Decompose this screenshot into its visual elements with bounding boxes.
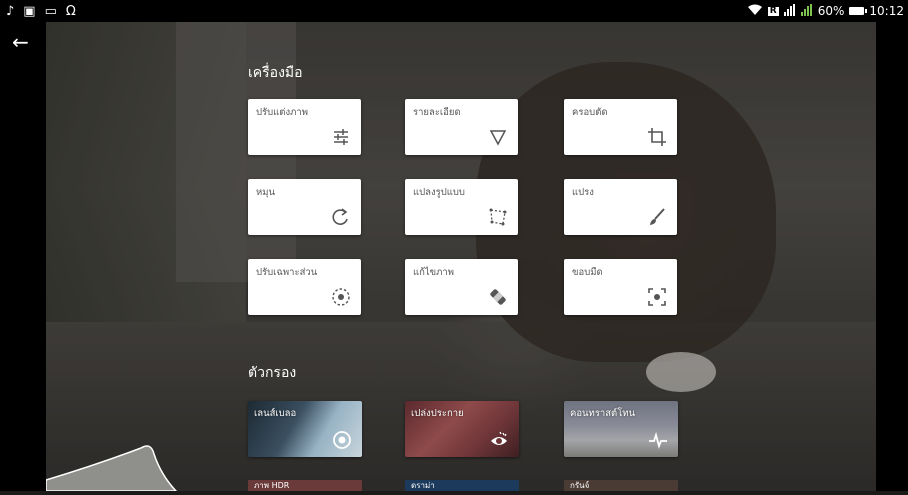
- filter-label: เปล่งประกาย: [411, 408, 464, 419]
- tool-tune-image[interactable]: ปรับแต่งภาพ: [248, 99, 361, 155]
- filter-label: ภาพ HDR: [254, 481, 290, 490]
- tool-label: ขอบมืด: [572, 267, 603, 278]
- scroll-overlay-shape: [45, 440, 196, 492]
- music-note-icon: ♪: [6, 3, 15, 19]
- battery-icon: [849, 7, 868, 15]
- filter-glamour-glow[interactable]: เปล่งประกาย: [405, 401, 519, 457]
- tool-rotate[interactable]: หมุน: [248, 179, 361, 235]
- system-icons: R 60% 10:12: [747, 4, 904, 18]
- tools-section-title: เครื่องมือ: [248, 65, 303, 81]
- signal-icon-2: [800, 4, 813, 18]
- tool-selective[interactable]: ปรับเฉพาะส่วน: [248, 259, 361, 315]
- selective-target-icon: [331, 287, 351, 307]
- left-rail: [0, 22, 46, 491]
- filter-label: กรันจ์: [570, 481, 590, 490]
- vignette-icon: [647, 287, 667, 307]
- filter-label: คอนทราสต์โทน: [570, 408, 636, 419]
- network-badge: R: [767, 5, 779, 16]
- gallery-icon: ▭: [44, 3, 57, 19]
- filter-label: เลนส์เบลอ: [254, 408, 297, 419]
- status-bar: ♪ ▣ ▭ Ω R 60% 10:12: [0, 0, 908, 22]
- headset-icon: Ω: [65, 3, 76, 19]
- details-triangle-icon: [488, 127, 508, 147]
- tool-label: ครอบตัด: [572, 107, 608, 118]
- tool-label: ปรับเฉพาะส่วน: [256, 267, 318, 278]
- filters-section-title: ตัวกรอง: [248, 365, 297, 381]
- tonal-pulse-icon: [648, 430, 668, 450]
- tool-details[interactable]: รายละเอียด: [405, 99, 518, 155]
- tool-label: หมุน: [256, 187, 276, 198]
- filter-tonal-contrast[interactable]: คอนทราสต์โทน: [564, 401, 678, 457]
- tool-transform[interactable]: แปลงรูปแบบ: [405, 179, 518, 235]
- tool-label: แก้ไขภาพ: [413, 267, 455, 278]
- perspective-icon: [488, 207, 508, 227]
- rotate-icon: [331, 207, 351, 227]
- filter-drama-peek[interactable]: ดราม่า: [405, 480, 519, 491]
- filter-hdr-peek[interactable]: ภาพ HDR: [248, 480, 362, 491]
- right-rail: [876, 22, 908, 491]
- tool-label: ปรับแต่งภาพ: [256, 107, 308, 118]
- back-arrow-icon[interactable]: ←: [12, 30, 29, 54]
- tool-brush[interactable]: แปรง: [564, 179, 677, 235]
- photo-icon: ▣: [23, 3, 36, 19]
- tune-sliders-icon: [331, 127, 351, 147]
- crop-icon: [647, 127, 667, 147]
- filter-lens-blur[interactable]: เลนส์เบลอ: [248, 401, 362, 457]
- tool-label: รายละเอียด: [413, 107, 461, 118]
- healing-bandage-icon: [488, 287, 508, 307]
- tool-vignette[interactable]: ขอบมืด: [564, 259, 677, 315]
- signal-icon: [783, 4, 796, 18]
- notification-icons: ♪ ▣ ▭ Ω: [6, 5, 76, 18]
- tool-healing[interactable]: แก้ไขภาพ: [405, 259, 518, 315]
- clock: 10:12: [869, 4, 904, 18]
- lens-blur-icon: [332, 430, 352, 450]
- filter-grunge-peek[interactable]: กรันจ์: [564, 480, 678, 491]
- tool-crop[interactable]: ครอบตัด: [564, 99, 677, 155]
- wifi-icon: [747, 4, 763, 18]
- glamour-glow-icon: [489, 430, 509, 450]
- tool-label: แปลงรูปแบบ: [413, 187, 465, 198]
- brush-icon: [647, 207, 667, 227]
- filter-label: ดราม่า: [411, 481, 435, 490]
- battery-percent: 60%: [817, 4, 845, 18]
- tool-label: แปรง: [572, 187, 594, 198]
